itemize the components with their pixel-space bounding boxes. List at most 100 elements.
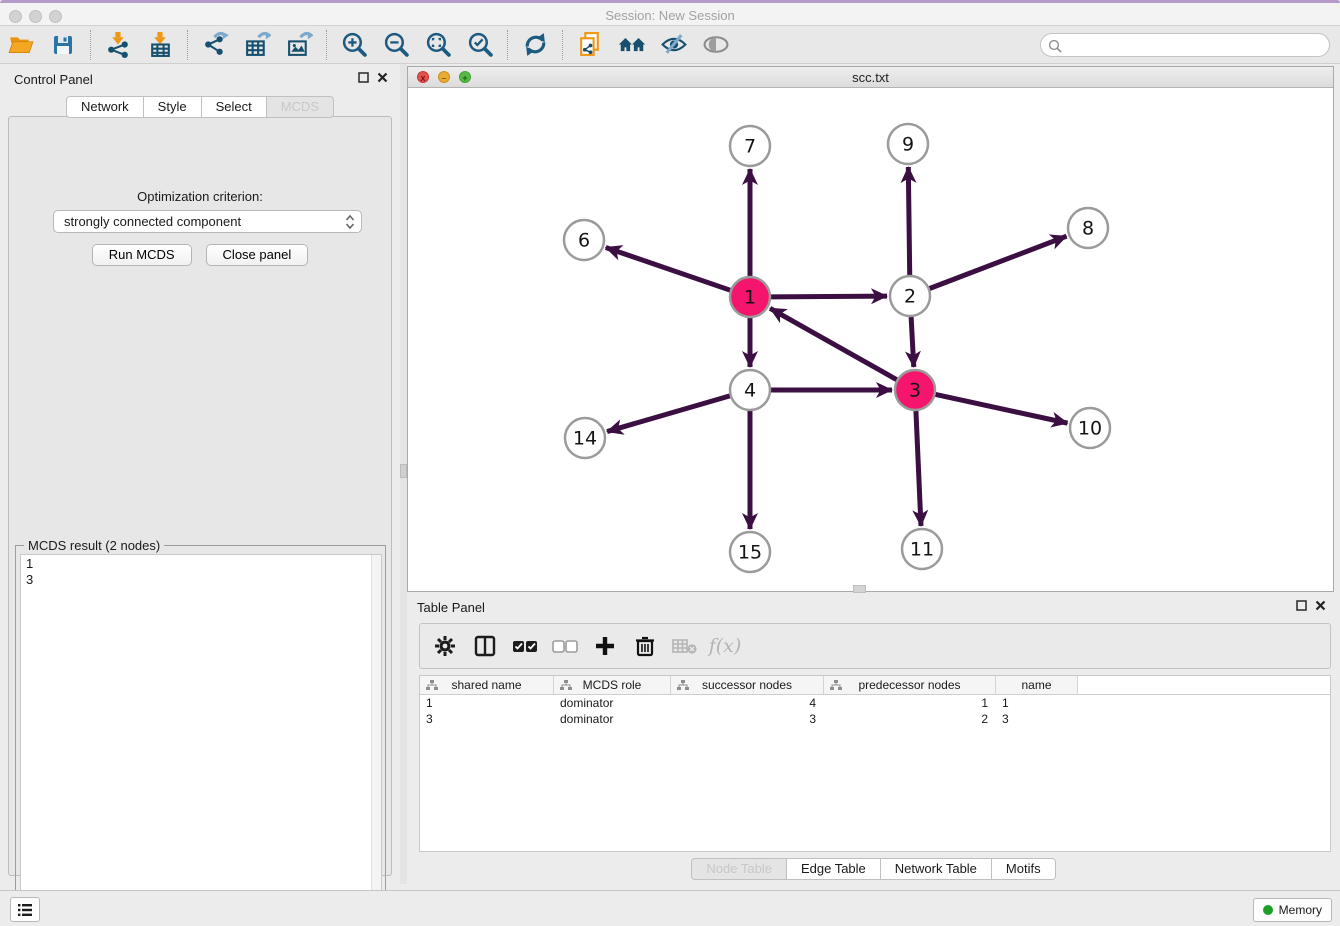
float-panel-icon[interactable]: [1296, 600, 1307, 611]
graph-node-2[interactable]: 2: [890, 276, 930, 316]
import-table-icon[interactable]: [145, 30, 175, 60]
float-panel-icon[interactable]: [358, 72, 369, 83]
graph-node-4[interactable]: 4: [730, 370, 770, 410]
export-image-icon[interactable]: [284, 30, 314, 60]
table-cell[interactable]: 4: [671, 695, 824, 711]
graph-edge-3-11[interactable]: [916, 411, 921, 526]
search-input[interactable]: [1067, 36, 1323, 54]
mcds-result-item[interactable]: 3: [21, 571, 381, 587]
graph-edge-1-6[interactable]: [606, 247, 730, 290]
app-titlebar: Session: New Session: [0, 3, 1340, 26]
column-header-predecessor-nodes[interactable]: predecessor nodes: [824, 676, 996, 694]
graph-node-7[interactable]: 7: [730, 126, 770, 166]
network-canvas[interactable]: 7 9 6 8 1 2 4 3 14 10 15 11: [408, 88, 1333, 591]
graph-node-11[interactable]: 11: [902, 529, 942, 569]
task-history-button[interactable]: [10, 897, 40, 922]
criterion-dropdown[interactable]: strongly connected component: [53, 210, 362, 233]
apply-layout-icon[interactable]: [520, 30, 550, 60]
scrollbar[interactable]: [371, 555, 381, 921]
select-all-icon[interactable]: [512, 633, 538, 659]
open-session-icon[interactable]: [6, 30, 36, 60]
graph-edge-2-8[interactable]: [930, 236, 1067, 288]
table-cell[interactable]: 3: [671, 711, 824, 727]
graph-edge-3-1[interactable]: [770, 308, 897, 379]
table-cell[interactable]: dominator: [554, 695, 671, 711]
graph-edge-2-3[interactable]: [911, 317, 914, 367]
table-cell[interactable]: 1: [996, 695, 1078, 711]
mcds-result-list[interactable]: 13: [20, 554, 382, 922]
export-table-icon[interactable]: [242, 30, 272, 60]
search-field: [1040, 33, 1330, 57]
table-panel: Table Panel f(x) shared nameMCDS rolesuc…: [407, 593, 1340, 890]
status-bar: Memory: [0, 890, 1340, 926]
memory-button[interactable]: Memory: [1253, 898, 1332, 922]
toolbar-separator: [187, 30, 188, 60]
vertical-splitter[interactable]: [400, 64, 407, 884]
attribute-tree-icon: [830, 680, 842, 691]
graph-node-15[interactable]: 15: [730, 532, 770, 572]
horizontal-splitter-grip[interactable]: [853, 585, 866, 593]
graph-node-14[interactable]: 14: [565, 418, 605, 458]
add-column-icon[interactable]: [592, 633, 618, 659]
table-cell[interactable]: 1: [824, 695, 996, 711]
graph-node-9[interactable]: 9: [888, 124, 928, 164]
save-session-icon[interactable]: [48, 30, 78, 60]
graph-edge-4-14[interactable]: [607, 396, 730, 432]
tab-node-table[interactable]: Node Table: [691, 858, 787, 880]
tab-edge-table[interactable]: Edge Table: [787, 858, 881, 880]
show-all-icon[interactable]: [701, 30, 731, 60]
memory-label: Memory: [1279, 903, 1322, 917]
tab-select[interactable]: Select: [202, 96, 267, 118]
svg-text:6: 6: [578, 230, 590, 252]
run-mcds-button[interactable]: Run MCDS: [92, 244, 192, 266]
graph-edge-1-2[interactable]: [771, 296, 887, 297]
zoom-in-icon[interactable]: [339, 30, 369, 60]
graph-node-1[interactable]: 1: [730, 277, 770, 317]
gear-icon[interactable]: [432, 633, 458, 659]
split-panel-icon[interactable]: [472, 633, 498, 659]
hide-selected-icon[interactable]: [659, 30, 689, 60]
graph-node-10[interactable]: 10: [1070, 408, 1110, 448]
column-header-successor-nodes[interactable]: successor nodes: [671, 676, 824, 694]
tab-mcds[interactable]: MCDS: [267, 96, 334, 118]
splitter-grip[interactable]: [400, 464, 407, 478]
svg-text:15: 15: [738, 542, 762, 564]
column-header-shared-name[interactable]: shared name: [420, 676, 554, 694]
toolbar-separator: [507, 30, 508, 60]
table-cell[interactable]: 1: [420, 695, 554, 711]
close-panel-icon[interactable]: [377, 72, 388, 83]
column-header-name[interactable]: name: [996, 676, 1078, 694]
control-panel-title: Control Panel: [14, 72, 93, 87]
table-cell[interactable]: 3: [420, 711, 554, 727]
zoom-fit-icon[interactable]: [423, 30, 453, 60]
duplicate-network-icon[interactable]: [575, 30, 605, 60]
graph-node-8[interactable]: 8: [1068, 208, 1108, 248]
table-cell[interactable]: 3: [996, 711, 1078, 727]
delete-column-icon[interactable]: [632, 633, 658, 659]
graph-node-6[interactable]: 6: [564, 220, 604, 260]
close-panel-icon[interactable]: [1315, 600, 1326, 611]
tab-network-table[interactable]: Network Table: [881, 858, 992, 880]
table-cell[interactable]: 2: [824, 711, 996, 727]
table-cell[interactable]: dominator: [554, 711, 671, 727]
optimization-criterion-label: Optimization criterion:: [9, 189, 391, 204]
tab-motifs[interactable]: Motifs: [992, 858, 1056, 880]
export-network-icon[interactable]: [200, 30, 230, 60]
deselect-all-icon[interactable]: [552, 633, 578, 659]
graph-edge-2-9[interactable]: [908, 167, 909, 275]
tab-style[interactable]: Style: [144, 96, 202, 118]
first-neighbors-icon[interactable]: [617, 30, 647, 60]
zoom-out-icon[interactable]: [381, 30, 411, 60]
control-panel: Control Panel NetworkStyleSelectMCDS Opt…: [0, 64, 400, 884]
graph-edge-3-10[interactable]: [936, 394, 1068, 423]
tab-network[interactable]: Network: [66, 96, 144, 118]
graph-node-3[interactable]: 3: [895, 370, 935, 410]
import-network-icon[interactable]: [103, 30, 133, 60]
zoom-selected-icon[interactable]: [465, 30, 495, 60]
column-header-MCDS-role[interactable]: MCDS role: [554, 676, 671, 694]
attribute-tree-icon: [677, 680, 689, 691]
mcds-result-item[interactable]: 1: [21, 555, 381, 571]
close-panel-button[interactable]: Close panel: [206, 244, 309, 266]
node-table: shared nameMCDS rolesuccessor nodesprede…: [419, 675, 1331, 852]
network-window-titlebar[interactable]: x – + scc.txt: [408, 67, 1333, 88]
